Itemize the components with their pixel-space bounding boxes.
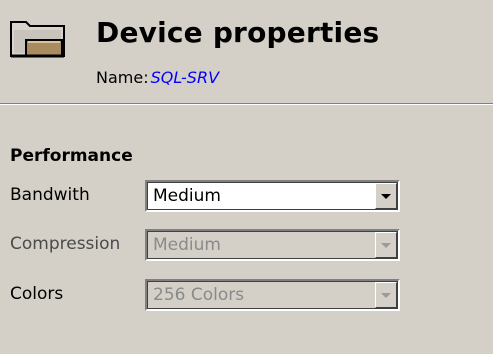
- compression-label: Compression: [10, 234, 121, 254]
- device-name-row: Name: SQL-SRV: [96, 68, 219, 87]
- page-title: Device properties: [96, 16, 380, 49]
- compression-select[interactable]: Medium: [145, 229, 400, 261]
- chevron-down-icon: [381, 293, 391, 298]
- header: Device properties Name: SQL-SRV: [0, 0, 493, 104]
- bandwith-select[interactable]: Medium: [145, 180, 400, 212]
- chevron-down-icon: [381, 194, 391, 199]
- compression-select-value: Medium: [153, 235, 221, 255]
- colors-label: Colors: [10, 284, 64, 304]
- colors-select-value: 256 Colors: [153, 285, 245, 305]
- bandwith-select-value: Medium: [153, 186, 221, 206]
- compression-dropdown-button[interactable]: [375, 232, 397, 258]
- bandwith-dropdown-button[interactable]: [375, 183, 397, 209]
- colors-select[interactable]: 256 Colors: [145, 279, 400, 311]
- device-properties-panel: Device properties Name: SQL-SRV Performan…: [0, 0, 493, 354]
- chevron-down-icon: [381, 243, 391, 248]
- name-label: Name:: [96, 68, 149, 87]
- colors-dropdown-button[interactable]: [375, 282, 397, 308]
- bandwith-label: Bandwith: [10, 185, 90, 205]
- folder-icon: [8, 16, 68, 60]
- device-name-value: SQL-SRV: [150, 68, 220, 87]
- performance-section-title: Performance: [10, 146, 133, 166]
